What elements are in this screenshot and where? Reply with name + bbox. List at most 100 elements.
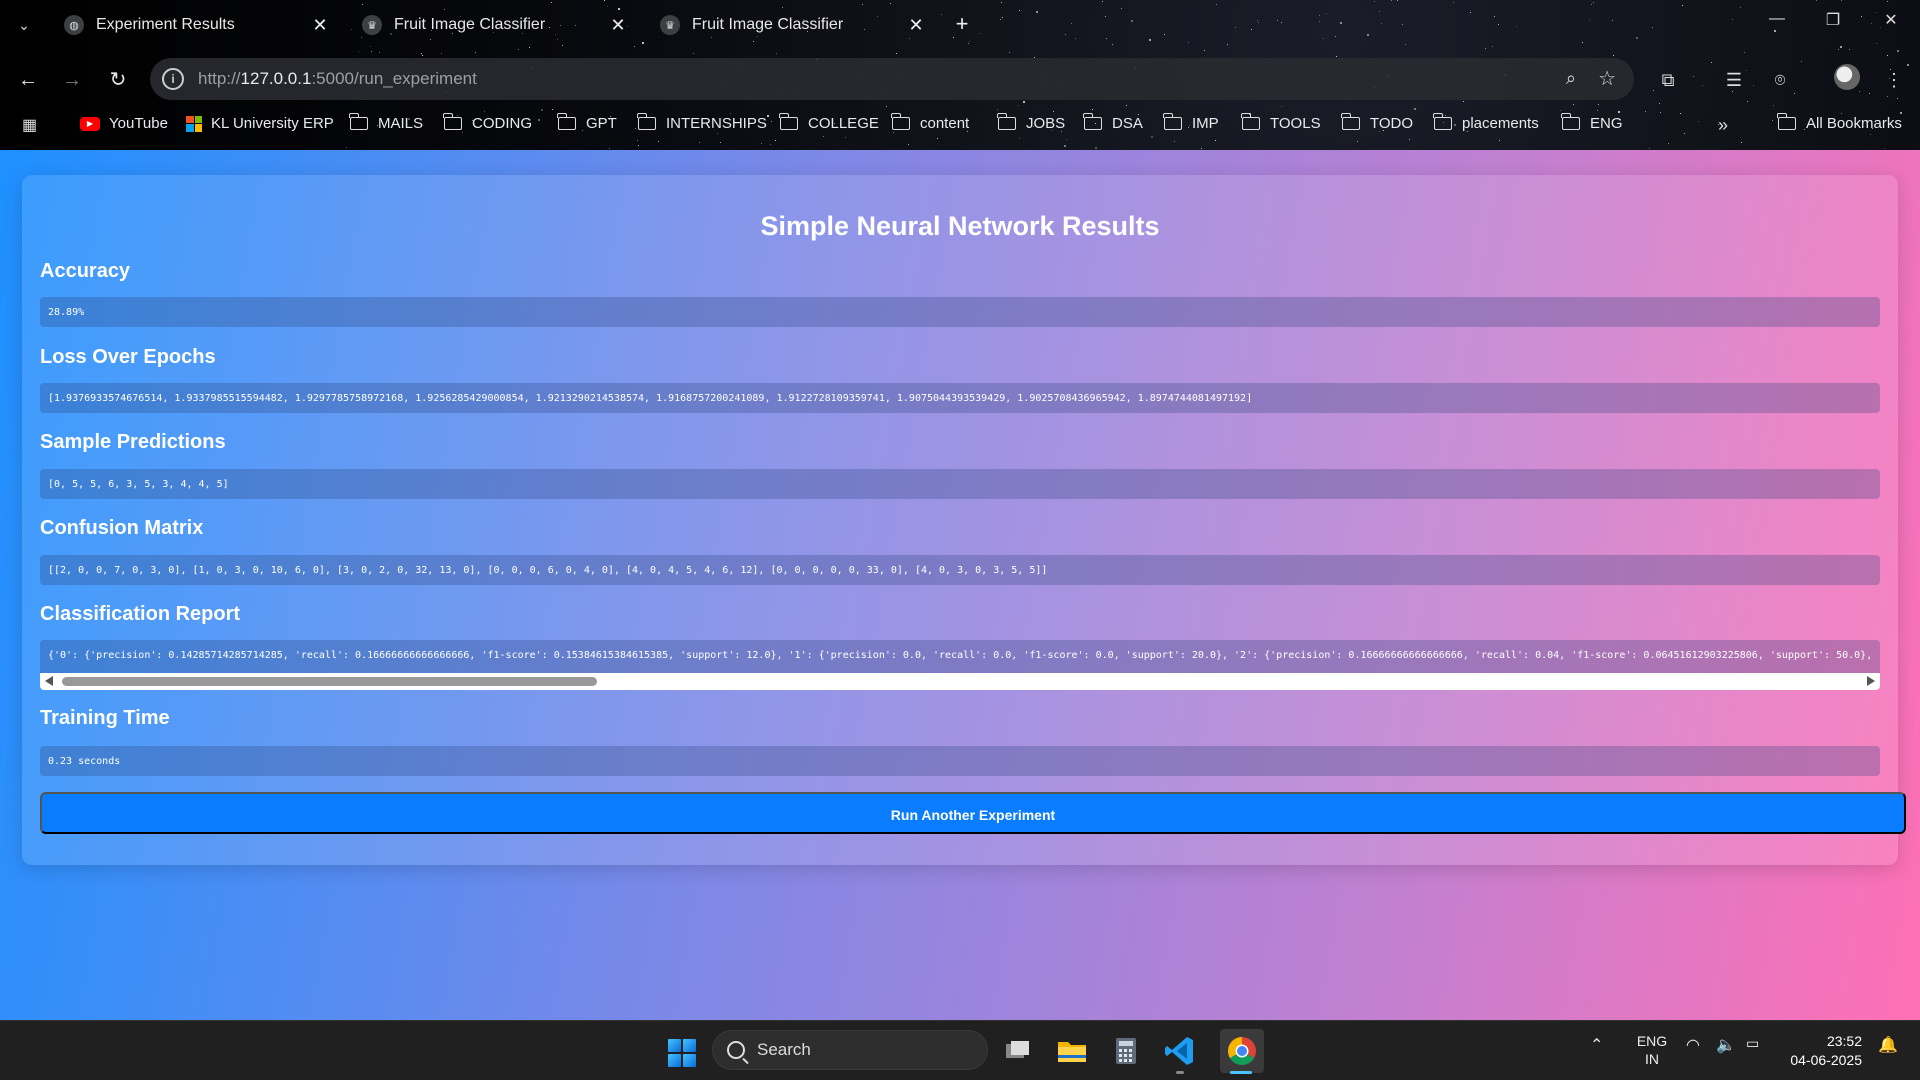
all-bookmarks-label: All Bookmarks [1806,115,1902,132]
bookmark-jobs[interactable]: JOBS [997,113,1065,132]
scrollbar-thumb[interactable] [62,677,597,686]
tab-fruit-classifier-2[interactable]: ♛ Fruit Image Classifier ✕ [646,8,936,42]
run-another-experiment-button[interactable]: Run Another Experiment [40,792,1906,834]
apps-grid-icon[interactable]: ▦ [22,115,42,135]
wifi-icon[interactable]: ◠ [1686,1035,1700,1055]
file-explorer-icon[interactable] [1054,1033,1090,1069]
url-text[interactable]: http://127.0.0.1:5000/run_experiment [198,69,477,89]
screenshot-lens-icon[interactable]: ⌾ [1766,66,1794,94]
bookmark-eng[interactable]: ENG [1561,113,1623,132]
tab-experiment-results[interactable]: ◍ Experiment Results ✕ [50,8,340,42]
zoom-icon[interactable]: ⌕ [1566,68,1576,89]
bookmark-label: YouTube [109,115,168,132]
bookmark-placements[interactable]: placements [1433,113,1539,132]
bookmark-label: ENG [1590,115,1623,132]
star-dot [1095,146,1098,149]
tab-title: Fruit Image Classifier [692,16,844,33]
volume-icon[interactable]: 🔈 [1716,1035,1736,1055]
star-dot [1883,147,1885,149]
folder-icon [1083,113,1102,130]
star-dot [1499,139,1501,141]
search-label: Search [757,1040,811,1059]
tab-search-icon[interactable]: ⌄ [12,13,36,37]
bookmark-label: COLLEGE [808,115,879,132]
calculator-icon[interactable] [1108,1033,1144,1069]
battery-icon[interactable]: ▭ [1746,1035,1759,1052]
close-icon[interactable]: ✕ [308,15,332,36]
address-bar[interactable]: i http://127.0.0.1:5000/run_experiment ⌕… [150,58,1634,100]
youtube-icon: ▶ [80,116,100,131]
bookmark-star-icon[interactable]: ☆ [1598,66,1616,91]
new-tab-button[interactable]: + [950,12,974,36]
bookmark-label: KL University ERP [211,115,334,132]
star-dot [885,105,887,107]
bookmark-internships[interactable]: INTERNSHIPS [637,113,767,132]
bookmark-imp[interactable]: IMP [1163,113,1219,132]
bookmark-youtube[interactable]: ▶ YouTube [80,115,168,132]
predictions-value: [0, 5, 5, 6, 3, 5, 3, 4, 4, 5] [40,469,1880,499]
more-bookmarks-chevron-icon[interactable]: » [1718,115,1728,136]
all-bookmarks-button[interactable]: All Bookmarks [1777,113,1902,132]
star-dot [1064,145,1067,148]
browser-chrome: ⌄ ◍ Experiment Results ✕ ♛ Fruit Image C… [0,0,1920,150]
bookmark-dsa[interactable]: DSA [1083,113,1143,132]
tab-title: Experiment Results [96,16,235,33]
bookmark-coding[interactable]: CODING [443,113,532,132]
extensions-icon[interactable]: ⧉ [1654,66,1682,94]
bookmark-tools[interactable]: TOOLS [1241,113,1321,132]
microsoft-icon [186,115,202,132]
close-icon[interactable]: ✕ [606,15,630,36]
chrome-icon[interactable] [1220,1029,1264,1073]
bookmark-kl-university-erp[interactable]: KL University ERP [186,115,334,132]
bookmark-todo[interactable]: TODO [1341,113,1413,132]
bookmark-mails[interactable]: MAILS [349,113,424,132]
star-dot [541,109,544,112]
star-dot [609,147,611,149]
bookmark-label: CODING [472,115,532,132]
taskbar-clock[interactable]: 23:52 04-06-2025 [1772,1032,1862,1070]
tab-fruit-classifier-1[interactable]: ♛ Fruit Image Classifier ✕ [348,8,638,42]
taskbar-search[interactable]: Search [712,1030,988,1070]
restore-button[interactable]: ❐ [1813,10,1853,30]
star-dot [769,144,771,146]
notifications-icon[interactable]: 🔔 [1878,1035,1898,1055]
language-indicator[interactable]: ENG IN [1634,1032,1670,1068]
window-close-button[interactable]: ✕ [1871,10,1911,30]
bookmark-label: content [920,115,970,132]
star-dot [1174,141,1176,143]
star-dot [761,143,763,145]
vscode-icon[interactable] [1162,1033,1198,1069]
folder-icon [557,113,576,130]
show-hidden-icons-chevron-icon[interactable]: ⌃ [1590,1035,1603,1055]
star-dot [699,141,701,143]
classification-report-box[interactable]: {'0': {'precision': 0.14285714285714285,… [40,640,1880,690]
loss-value: [1.9376933574676514, 1.9337985515594482,… [40,383,1880,413]
star-dot [1414,108,1417,111]
back-button[interactable]: ← [14,66,42,94]
bookmark-gpt[interactable]: GPT [557,113,617,132]
bookmark-label: IMP [1192,115,1219,132]
star-dot [1091,108,1093,110]
bookmark-college[interactable]: COLLEGE [779,113,879,132]
reload-button[interactable]: ↻ [104,66,132,94]
reading-list-icon[interactable]: ☰ [1720,66,1748,94]
windows-start-icon[interactable] [668,1039,696,1067]
menu-kebab-icon[interactable]: ⋮ [1880,66,1908,94]
folder-icon [443,113,462,130]
scroll-right-arrow-icon[interactable] [1867,676,1875,686]
task-view-icon[interactable] [1000,1033,1036,1069]
horizontal-scrollbar[interactable] [40,673,1880,690]
minimize-button[interactable]: — [1757,10,1797,28]
site-info-icon[interactable]: i [162,68,184,90]
folder-icon [1341,113,1360,130]
star-dot [936,138,938,140]
scroll-left-arrow-icon[interactable] [45,676,53,686]
forward-button[interactable]: → [58,66,86,94]
profile-avatar[interactable] [1834,64,1860,90]
close-icon[interactable]: ✕ [904,15,928,36]
confusion-matrix-heading: Confusion Matrix [40,517,204,539]
page-background: Simple Neural Network Results Accuracy 2… [0,150,1920,1020]
bookmark-label: MAILS [378,115,424,132]
bookmark-content[interactable]: content [891,113,970,132]
loss-heading: Loss Over Epochs [40,346,216,368]
